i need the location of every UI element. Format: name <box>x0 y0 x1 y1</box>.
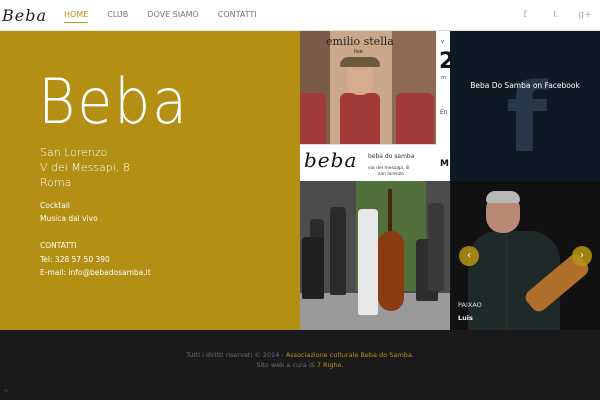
nav-home-label: HOME <box>64 10 89 23</box>
service-cocktail: Cocktail <box>40 201 70 210</box>
poster-side-top: v <box>441 39 444 45</box>
footer-credits: Sito web a cura di 7 Righe. <box>0 361 600 369</box>
poster-side-bottom: M <box>440 159 449 169</box>
google-plus-icon[interactable]: g+ <box>570 0 600 30</box>
band-member <box>330 207 346 295</box>
facebook-label[interactable]: Beba Do Samba on Facebook <box>450 81 600 90</box>
brand-title: Beba <box>38 65 189 138</box>
poster-title: emilio stella <box>326 35 394 48</box>
double-bass-neck <box>388 189 392 235</box>
address-block: San Lorenzo V dei Messapi, 8 Roma <box>40 145 130 190</box>
address-street: V dei Messapi, 8 <box>40 161 130 174</box>
poster-side-strip: v 2 m En M <box>437 31 450 181</box>
contacts-heading: CONTATTI <box>40 241 77 250</box>
band-member <box>428 203 444 291</box>
contact-phone: Tel: 328 57 50 390 <box>40 255 110 264</box>
slide-caption-name: Luis <box>458 314 473 322</box>
twitter-icon[interactable]: t <box>540 0 570 30</box>
poster-side-m: m <box>441 75 446 81</box>
poster-shirt <box>340 93 380 144</box>
band-member <box>358 209 378 315</box>
main-nav: HOME CLUB DOVE SIAMO CONTATTI <box>64 0 276 30</box>
singer-hair <box>486 191 520 203</box>
poster-shirt-left <box>300 93 326 144</box>
contact-email[interactable]: E-mail: info@bebadosamba.it <box>40 266 151 279</box>
facebook-icon[interactable]: f <box>510 0 540 30</box>
poster-shirt-right <box>396 93 434 144</box>
footer-association-link[interactable]: Associazione culturale Beba do Samba. <box>286 351 414 359</box>
facebook-tile[interactable]: f Beba Do Samba on Facebook <box>450 31 600 181</box>
services-list: Cocktail Musica dal vivo <box>40 199 98 225</box>
poster-footer: beba beba do samba via dei messapi, 8 sa… <box>300 144 437 181</box>
footer-agency-link[interactable]: 7 Righe. <box>317 361 344 369</box>
poster-address-line2: san lorenzo <box>378 172 404 177</box>
nav-home[interactable]: HOME <box>64 0 89 30</box>
footer-credits-text: Sito web a cura di <box>256 361 317 369</box>
contacts-block: CONTATTI Tel: 328 57 50 390 E-mail: info… <box>40 239 151 279</box>
poster-address-line1: via dei messapi, 8 <box>368 166 409 171</box>
photo-slider[interactable]: ‹ › PAIXAO Luis <box>450 181 600 330</box>
nav-club[interactable]: CLUB <box>107 0 128 30</box>
poster-logo: beba <box>304 148 358 172</box>
double-bass <box>378 231 404 311</box>
service-music: Musica dal vivo <box>40 214 98 223</box>
microphone-stand <box>505 235 508 330</box>
poster-side-big: 2 <box>439 49 450 74</box>
footer-copyright-text: Tutti i diritti riservati © 2014 - <box>186 351 286 359</box>
poster-live: live <box>354 49 363 55</box>
band-member <box>302 237 324 299</box>
footer: Tutti i diritti riservati © 2014 - Assoc… <box>0 330 600 400</box>
site-logo[interactable]: Beba <box>2 6 47 26</box>
social-links: f t g+ <box>510 0 600 30</box>
event-poster-tile[interactable]: emilio stella live v 2 m En M beba beba … <box>300 31 450 181</box>
info-panel: Beba San Lorenzo V dei Messapi, 8 Roma C… <box>0 31 300 330</box>
slider-next-button[interactable]: › <box>572 246 592 266</box>
footer-copyright: Tutti i diritti riservati © 2014 - Assoc… <box>0 351 600 359</box>
band-photo-tile[interactable] <box>300 181 450 330</box>
slide-caption-title: PAIXAO <box>458 301 482 309</box>
top-navbar: Beba HOME CLUB DOVE SIAMO CONTATTI f t g… <box>0 0 600 31</box>
poster-side-en: En <box>440 109 448 116</box>
nav-dove-siamo[interactable]: DOVE SIAMO <box>147 0 199 30</box>
nav-contatti[interactable]: CONTATTI <box>218 0 257 30</box>
nav-dove-siamo-label: DOVE SIAMO <box>147 10 199 19</box>
nav-contatti-label: CONTATTI <box>217 10 257 19</box>
hat-icon <box>340 57 380 67</box>
nav-club-label: CLUB <box>107 10 129 19</box>
address-district: San Lorenzo <box>40 146 108 159</box>
slider-prev-button[interactable]: ‹ <box>459 246 479 266</box>
poster-venue: beba do samba <box>368 153 415 160</box>
poster-face <box>347 63 373 95</box>
scroll-to-top-icon[interactable]: ^ <box>3 389 9 397</box>
address-city: Roma <box>40 176 72 189</box>
